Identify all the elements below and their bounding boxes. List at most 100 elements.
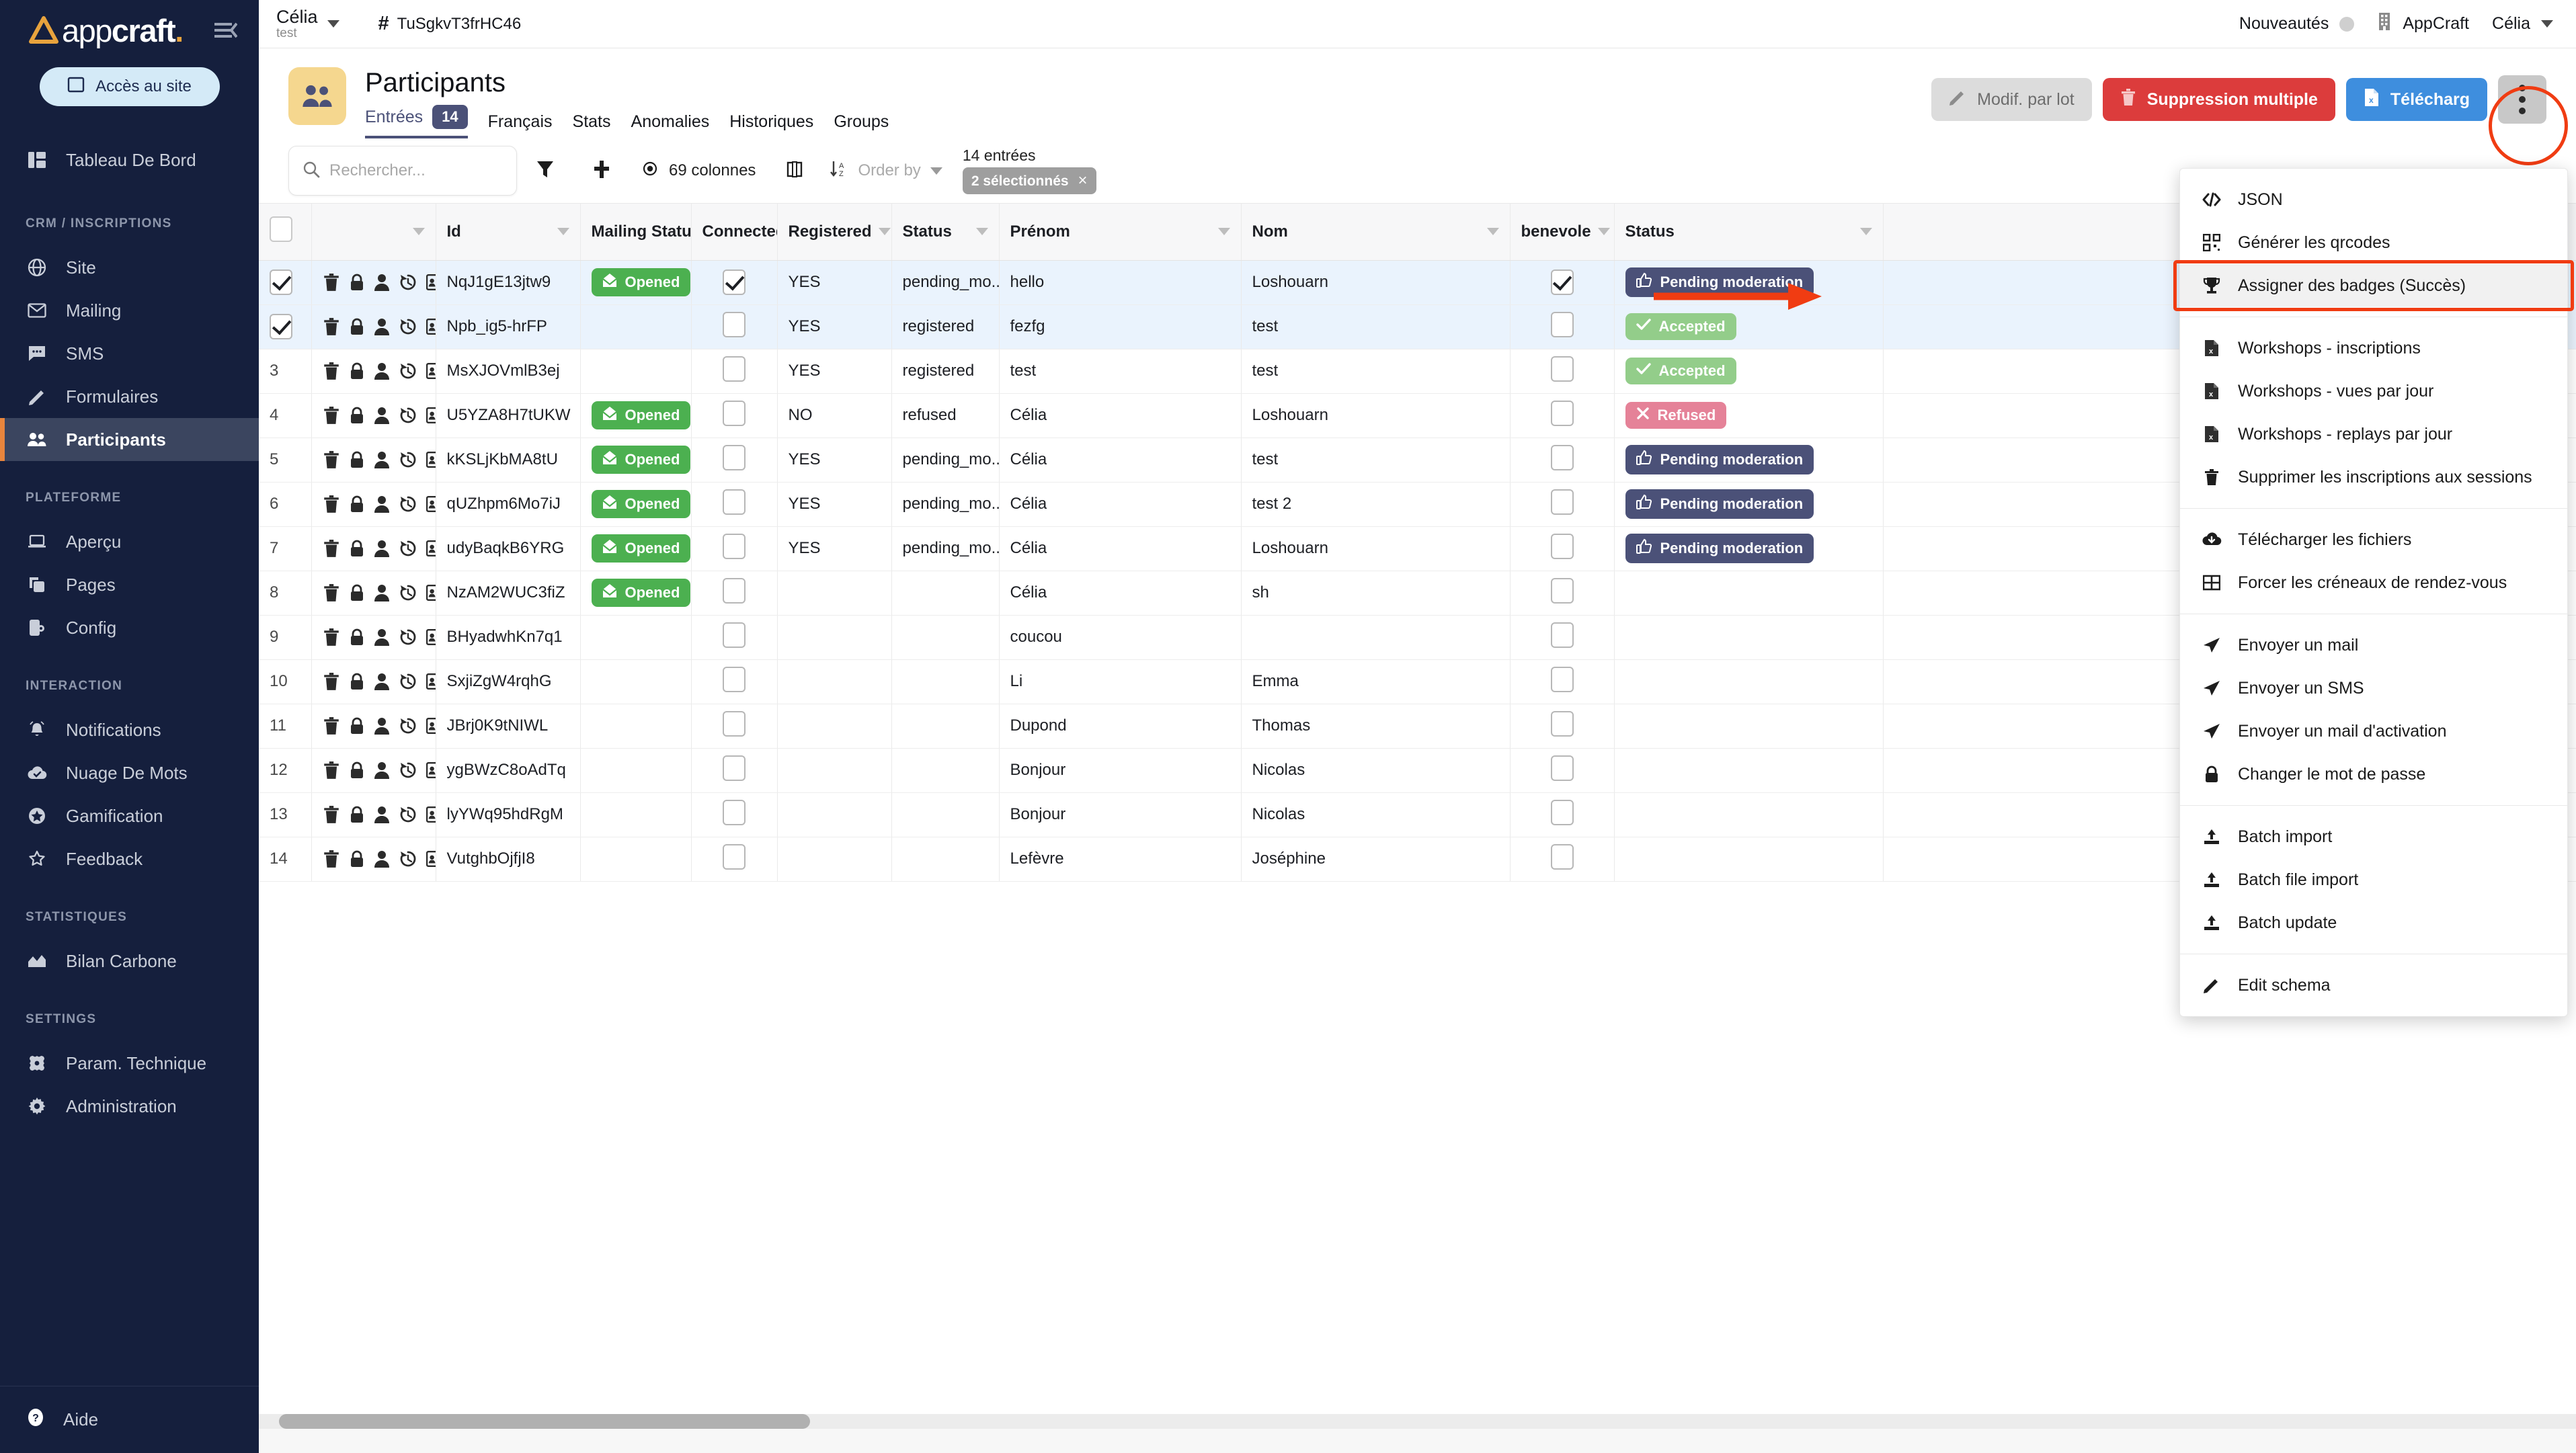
row-number-cell[interactable]: 3	[259, 349, 312, 394]
lock-icon[interactable]	[350, 805, 364, 824]
cell-status-badge[interactable]: Pending moderation	[1614, 260, 1884, 305]
sidebar-item-config[interactable]: Config	[0, 606, 259, 649]
benevole-checkbox[interactable]	[1550, 489, 1574, 515]
cell-nom[interactable]	[1241, 615, 1511, 660]
cell-status[interactable]: pending_mo...	[891, 260, 1000, 305]
cell-status[interactable]	[891, 571, 1000, 616]
menu-item-assigner-badges[interactable]: Assigner des badges (Succès)	[2173, 260, 2574, 311]
menu-item-telecharger-fichiers[interactable]: Télécharger les fichiers	[2180, 518, 2567, 561]
cell-prenom[interactable]: Bonjour	[999, 748, 1242, 793]
person-icon[interactable]	[374, 849, 390, 868]
cell-registered[interactable]: YES	[777, 482, 892, 527]
person-icon[interactable]	[374, 450, 390, 469]
benevole-checkbox[interactable]	[1550, 622, 1574, 648]
person-icon[interactable]	[374, 495, 390, 513]
cell-status[interactable]: registered	[891, 349, 1000, 394]
row-actions-cell[interactable]	[311, 304, 436, 349]
row-checkbox-cell[interactable]	[259, 260, 312, 305]
order-by-button[interactable]: AZ Order by	[823, 159, 942, 183]
connected-checkbox[interactable]	[723, 444, 746, 470]
cell-status-badge[interactable]: Refused	[1614, 393, 1884, 438]
cell-registered[interactable]: YES	[777, 438, 892, 483]
cell-nom[interactable]: test	[1241, 438, 1511, 483]
person-icon[interactable]	[374, 273, 390, 292]
cell-nom[interactable]: test 2	[1241, 482, 1511, 527]
history-icon[interactable]	[399, 628, 417, 647]
chevron-down-icon[interactable]	[1486, 228, 1499, 236]
connected-checkbox[interactable]	[723, 489, 746, 515]
connected-checkbox[interactable]	[723, 356, 746, 382]
chevron-down-icon[interactable]	[1859, 228, 1872, 236]
history-icon[interactable]	[399, 450, 417, 469]
history-icon[interactable]	[399, 672, 417, 691]
row-number-cell[interactable]: 5	[259, 438, 312, 483]
sidebar-item-pages[interactable]: Pages	[0, 563, 259, 606]
sidebar-item-feedback[interactable]: Feedback	[0, 837, 259, 880]
row-actions-cell[interactable]	[311, 526, 436, 571]
person-icon[interactable]	[374, 406, 390, 425]
cell-status-badge[interactable]: Pending moderation	[1614, 438, 1884, 483]
th-benevole[interactable]: benevole	[1510, 204, 1615, 261]
trash-icon[interactable]	[323, 849, 340, 868]
cell-id[interactable]: Npb_ig5-hrFP	[436, 304, 581, 349]
th-nom[interactable]: Nom	[1241, 204, 1511, 261]
benevole-checkbox[interactable]	[1550, 755, 1574, 781]
row-actions-cell[interactable]	[311, 615, 436, 660]
cell-id[interactable]: BHyadwhKn7q1	[436, 615, 581, 660]
row-actions-cell[interactable]	[311, 349, 436, 394]
cell-connected[interactable]	[691, 571, 778, 616]
cell-benevole[interactable]	[1510, 438, 1615, 483]
trash-icon[interactable]	[323, 362, 340, 380]
row-actions-cell[interactable]	[311, 438, 436, 483]
cell-mailing-status[interactable]	[580, 704, 692, 749]
badge-icon[interactable]	[426, 673, 435, 690]
person-icon[interactable]	[374, 362, 390, 380]
cell-registered[interactable]	[777, 792, 892, 837]
cell-status-badge[interactable]	[1614, 615, 1884, 660]
cell-connected[interactable]	[691, 837, 778, 882]
download-button[interactable]: x Télécharg	[2345, 78, 2487, 121]
cell-status-badge[interactable]: Accepted	[1614, 304, 1884, 349]
row-checkbox[interactable]	[270, 269, 292, 295]
filter-button[interactable]	[517, 146, 573, 196]
cell-mailing-status[interactable]	[580, 792, 692, 837]
person-icon[interactable]	[374, 672, 390, 691]
benevole-checkbox[interactable]	[1550, 356, 1574, 382]
cell-connected[interactable]	[691, 792, 778, 837]
cell-id[interactable]: NqJ1gE13jtw9	[436, 260, 581, 305]
sidebar-item-aide[interactable]: ? Aide	[0, 1386, 259, 1453]
row-actions-cell[interactable]	[311, 792, 436, 837]
cell-registered[interactable]: NO	[777, 393, 892, 438]
badge-icon[interactable]	[426, 585, 435, 601]
more-options-button[interactable]	[2498, 75, 2546, 124]
event-id[interactable]: # TuSgkvT3frHC46	[378, 13, 522, 35]
cell-connected[interactable]	[691, 349, 778, 394]
cell-benevole[interactable]	[1510, 748, 1615, 793]
cell-connected[interactable]	[691, 438, 778, 483]
history-icon[interactable]	[399, 406, 417, 425]
sidebar-item-gamification[interactable]: Gamification	[0, 794, 259, 837]
trash-icon[interactable]	[323, 761, 340, 780]
cell-registered[interactable]	[777, 837, 892, 882]
cell-connected[interactable]	[691, 526, 778, 571]
row-number-cell[interactable]: 13	[259, 792, 312, 837]
row-actions-cell[interactable]	[311, 393, 436, 438]
cell-prenom[interactable]: Célia	[999, 482, 1242, 527]
collapse-sidebar-icon[interactable]	[210, 15, 241, 46]
lock-icon[interactable]	[350, 539, 364, 558]
row-actions-cell[interactable]	[311, 482, 436, 527]
badge-icon[interactable]	[426, 629, 435, 645]
tab-historiques[interactable]: Historiques	[729, 112, 813, 138]
menu-item-batch-import[interactable]: Batch import	[2180, 815, 2567, 858]
selection-chip[interactable]: 2 sélectionnés ×	[962, 167, 1096, 195]
cell-benevole[interactable]	[1510, 837, 1615, 882]
trash-icon[interactable]	[323, 628, 340, 647]
cell-registered[interactable]	[777, 748, 892, 793]
chevron-down-icon[interactable]	[412, 228, 425, 236]
benevole-checkbox[interactable]	[1550, 533, 1574, 559]
trash-icon[interactable]	[323, 495, 340, 513]
row-actions-cell[interactable]	[311, 837, 436, 882]
th-id[interactable]: Id	[436, 204, 581, 261]
cell-status-badge[interactable]: Pending moderation	[1614, 526, 1884, 571]
benevole-checkbox[interactable]	[1550, 710, 1574, 737]
